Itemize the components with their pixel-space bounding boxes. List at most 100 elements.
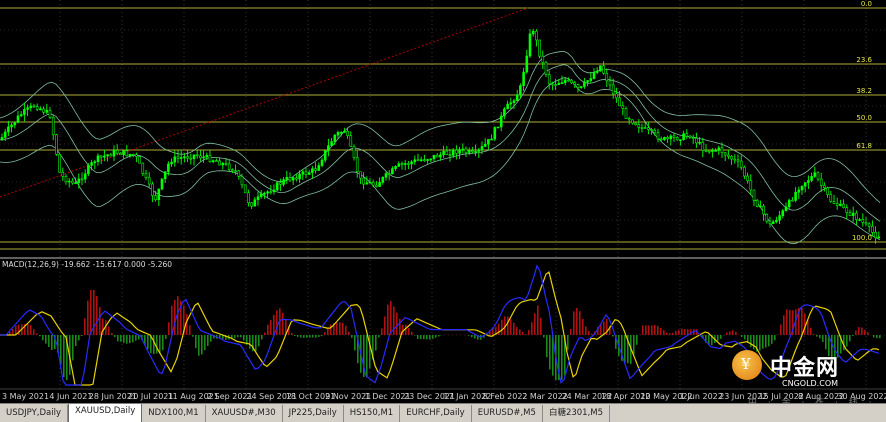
macd-bar — [780, 324, 782, 335]
tab-xauusd-m30[interactable]: XAUUSD#,M30 — [206, 405, 283, 422]
tab-ndx100-m1[interactable]: NDX100,M1 — [142, 405, 205, 422]
candle-body — [462, 149, 464, 150]
candle-body — [151, 184, 153, 196]
candle-body — [833, 201, 835, 203]
macd-bar — [666, 333, 668, 335]
candle-body — [334, 135, 336, 142]
macd-bar — [588, 331, 590, 335]
candle-body — [750, 181, 752, 190]
macd-bar — [42, 335, 44, 340]
macd-bar — [129, 335, 131, 343]
candle-body — [247, 193, 249, 203]
candle-body — [459, 150, 461, 154]
tab-eurusd-m5[interactable]: EURUSD#,M5 — [472, 405, 543, 422]
macd-bar — [273, 315, 275, 335]
candle-body — [871, 226, 873, 232]
candle-body — [7, 127, 9, 132]
candle-body — [235, 171, 237, 172]
candle-body — [606, 73, 608, 81]
candle-body — [695, 138, 697, 143]
candle-body — [683, 134, 685, 140]
candle-body — [843, 204, 845, 208]
candle-body — [100, 156, 102, 157]
macd-bar — [657, 326, 659, 335]
candle-body — [756, 200, 758, 206]
macd-bar — [366, 335, 368, 377]
macd-bar — [684, 329, 686, 335]
candle-body — [398, 164, 400, 167]
candle-body — [667, 137, 669, 138]
candle-body — [71, 181, 73, 183]
macd-bar — [660, 328, 662, 335]
tab-jp225-daily[interactable]: JP225,Daily — [283, 405, 344, 422]
candle-body — [468, 151, 470, 153]
fib-label: 50.0 — [856, 114, 872, 122]
candle-body — [529, 34, 531, 56]
macd-bar — [744, 335, 746, 339]
candle-body — [526, 56, 528, 72]
candle-body — [65, 176, 67, 181]
macd-bar — [672, 333, 674, 335]
macd-bar — [405, 325, 407, 335]
candle-body — [638, 125, 640, 128]
macd-bar — [36, 333, 38, 335]
macd-bar — [603, 322, 605, 335]
candle-body — [801, 186, 803, 190]
main-chart-area[interactable] — [0, 0, 886, 260]
candle-body — [571, 80, 573, 83]
coin-icon: ¥ — [732, 350, 762, 380]
candle-body — [551, 84, 553, 85]
macd-bar — [390, 301, 392, 335]
tab-eurchf-daily[interactable]: EURCHF,Daily — [400, 405, 472, 422]
macd-bar — [435, 335, 437, 338]
macd-bar — [165, 335, 167, 339]
macd-bar — [276, 310, 278, 335]
candle-body — [599, 66, 601, 71]
candle-body — [743, 167, 745, 176]
candle-body — [91, 163, 93, 166]
candle-body — [676, 137, 678, 139]
candle-body — [87, 165, 89, 173]
candle-body — [830, 194, 832, 201]
candle-body — [379, 182, 381, 186]
candle-body — [558, 83, 560, 84]
candle-body — [183, 157, 185, 158]
tab-usdjpy-daily[interactable]: USDJPY,Daily — [0, 405, 68, 422]
candle-body — [535, 31, 537, 40]
candle-body — [142, 163, 144, 173]
candle-body — [295, 178, 297, 179]
candle-body — [196, 155, 198, 156]
price-chart[interactable]: 0.023.638.250.061.8100.0 MACD(12,26,9) -… — [0, 0, 886, 403]
tab--2301-m5[interactable]: 白糖2301,M5 — [543, 405, 610, 422]
macd-bar — [90, 290, 92, 335]
macd-bar — [153, 335, 155, 354]
candle-body — [673, 136, 675, 137]
candle-body — [500, 116, 502, 127]
tab-xauusd-daily[interactable]: XAUUSD,Daily — [68, 403, 142, 422]
candle-body — [366, 183, 368, 184]
macd-bar — [315, 335, 317, 338]
macd-bar — [510, 319, 512, 335]
candle-body — [219, 161, 221, 165]
macd-bar — [207, 335, 209, 346]
candle-body — [823, 185, 825, 187]
candle-body — [113, 150, 115, 156]
candle-body — [327, 146, 329, 151]
candle-body — [875, 232, 877, 237]
macd-bar — [873, 335, 875, 337]
candle-body — [519, 86, 521, 95]
tab-hs150-m1[interactable]: HS150,M1 — [344, 405, 400, 422]
candle-body — [836, 204, 838, 206]
candle-body — [116, 150, 118, 153]
macd-bar — [12, 329, 14, 335]
candle-body — [20, 115, 22, 116]
macd-bar — [387, 305, 389, 335]
macd-bar — [645, 325, 647, 335]
candle-body — [68, 181, 70, 182]
candle-body — [315, 169, 317, 171]
macd-bar — [27, 324, 29, 335]
candle-body — [660, 139, 662, 140]
macd-bar — [624, 335, 626, 363]
macd-bar — [507, 316, 509, 335]
candle-body — [753, 190, 755, 200]
